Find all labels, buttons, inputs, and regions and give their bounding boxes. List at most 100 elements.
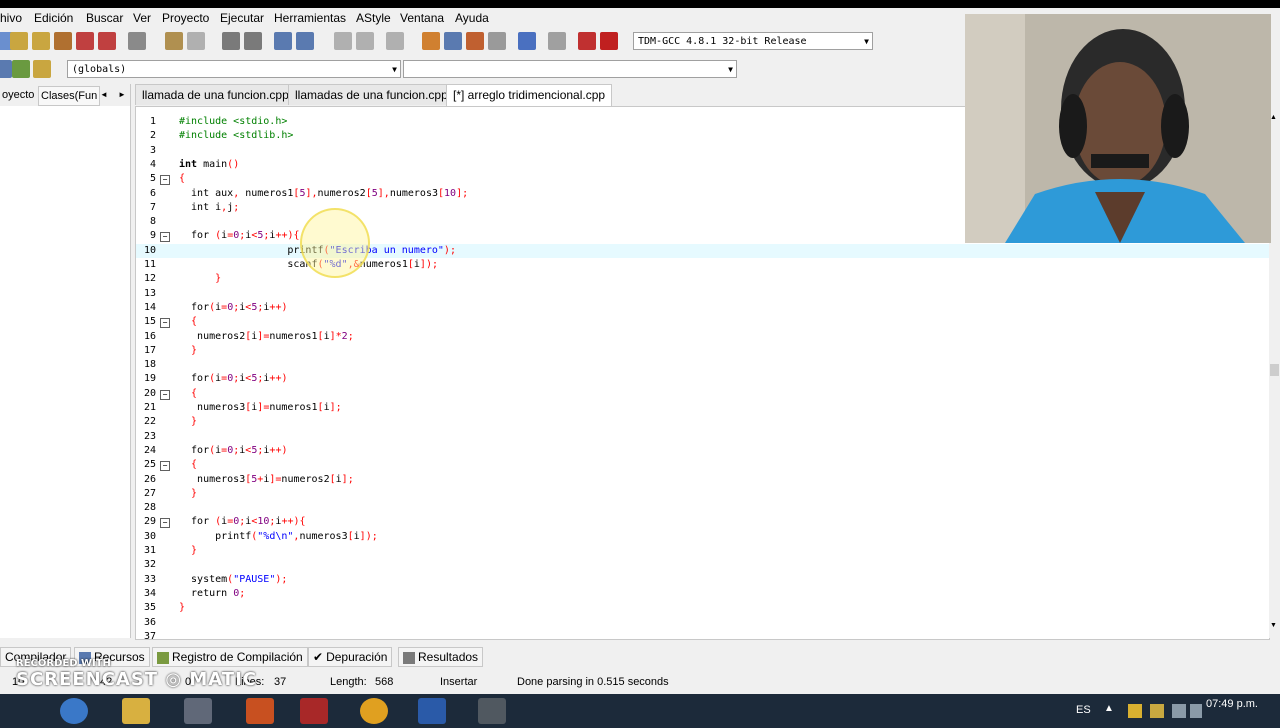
explorer-icon[interactable] [122, 698, 150, 724]
code-line[interactable]: 27 } [136, 487, 1269, 501]
code-line[interactable]: 25− { [136, 458, 1269, 472]
toggle-bookmark-icon[interactable] [386, 32, 404, 50]
code-line[interactable]: 35} [136, 601, 1269, 615]
language-indicator[interactable]: ES [1076, 704, 1091, 716]
save-all-icon[interactable] [54, 32, 72, 50]
code-line[interactable]: 34 return 0; [136, 587, 1269, 601]
find-icon[interactable] [222, 32, 240, 50]
tab-depuracion[interactable]: ✔ Depuración [308, 647, 393, 667]
menu-ejecutar[interactable]: Ejecutar [220, 11, 264, 25]
indent-icon[interactable] [274, 32, 292, 50]
code-line[interactable]: 12 } [136, 272, 1269, 286]
menu-herramientas[interactable]: Herramientas [274, 11, 346, 25]
menu-ventana[interactable]: Ventana [400, 11, 444, 25]
code-line[interactable]: 28 [136, 501, 1269, 515]
code-line[interactable]: 13 [136, 287, 1269, 301]
chart-icon[interactable] [578, 32, 596, 50]
menu-ver[interactable]: Ver [133, 11, 151, 25]
code-line[interactable]: 22 } [136, 415, 1269, 429]
code-line[interactable]: 33 system("PAUSE"); [136, 573, 1269, 587]
devcpp-icon[interactable] [418, 698, 446, 724]
window-icon[interactable] [444, 32, 462, 50]
tiles-icon[interactable] [488, 32, 506, 50]
print-icon[interactable] [128, 32, 146, 50]
insert-icon[interactable] [33, 60, 51, 78]
close-all-icon[interactable] [98, 32, 116, 50]
media-icon[interactable] [184, 698, 212, 724]
menu-ayuda[interactable]: Ayuda [455, 11, 489, 25]
code-line[interactable]: 26 numeros3[5+i]=numeros2[i]; [136, 473, 1269, 487]
check-syntax-icon[interactable] [518, 32, 536, 50]
code-line[interactable]: 31 } [136, 544, 1269, 558]
bookmark-back-icon[interactable] [334, 32, 352, 50]
undo-icon[interactable] [165, 32, 183, 50]
fold-toggle-icon[interactable]: − [160, 175, 170, 186]
redo-icon[interactable] [187, 32, 205, 50]
screenshot-icon[interactable] [478, 698, 506, 724]
code-line[interactable]: 32 [136, 558, 1269, 572]
tab-file-active[interactable]: [*] arreglo tridimencional.cpp [446, 84, 613, 106]
tab-proyecto[interactable]: oyecto [0, 86, 36, 104]
volume-icon[interactable] [1190, 704, 1202, 718]
code-line[interactable]: 17 } [136, 344, 1269, 358]
tab-file-2[interactable]: llamadas de una funcion.cpp [288, 84, 455, 105]
fold-toggle-icon[interactable]: − [160, 518, 170, 529]
code-line[interactable]: 16 numeros2[i]=numeros1[i]*2; [136, 330, 1269, 344]
code-line[interactable]: 37 [136, 630, 1269, 639]
menu-proyecto[interactable]: Proyecto [162, 11, 209, 25]
code-line[interactable]: 21 numeros3[i]=numeros1[i]; [136, 401, 1269, 415]
code-line[interactable]: 24 for(i=0;i<5;i++) [136, 444, 1269, 458]
fold-toggle-icon[interactable]: − [160, 232, 170, 243]
profile-icon[interactable] [600, 32, 618, 50]
chrome-icon[interactable] [360, 698, 388, 724]
tray-icon-1[interactable] [1128, 704, 1142, 718]
code-line[interactable]: 15− { [136, 315, 1269, 329]
layout-icon[interactable] [466, 32, 484, 50]
code-line[interactable]: 30 printf("%d\n",numeros3[i]); [136, 530, 1269, 544]
tray-icon-2[interactable] [1150, 704, 1164, 718]
fold-toggle-icon[interactable]: − [160, 318, 170, 329]
unindent-icon[interactable] [296, 32, 314, 50]
tab-file-1[interactable]: llamada de una funcion.cpp [135, 84, 296, 105]
menu-archivo[interactable]: hivo [0, 11, 22, 25]
tab-resultados[interactable]: Resultados [398, 647, 484, 667]
member-select[interactable]: ▼ [403, 60, 737, 78]
code-text: #include <stdlib.h> [179, 130, 294, 142]
tab-scroll-right-icon[interactable]: ► [116, 86, 128, 104]
scroll-down-icon[interactable]: ▼ [1270, 622, 1277, 629]
tab-scroll-left-icon[interactable]: ◄ [98, 86, 110, 104]
app-icon[interactable] [246, 698, 274, 724]
access-icon[interactable] [300, 698, 328, 724]
grid-icon[interactable] [422, 32, 440, 50]
code-line[interactable]: 14 for(i=0;i<5;i++) [136, 301, 1269, 315]
stop-icon[interactable] [548, 32, 566, 50]
code-line[interactable]: 18 [136, 358, 1269, 372]
fold-toggle-icon[interactable]: − [160, 461, 170, 472]
code-text: #include <stdio.h> [179, 116, 288, 127]
close-file-icon[interactable] [76, 32, 94, 50]
replace-icon[interactable] [244, 32, 262, 50]
scope-select[interactable]: (globals) ▼ [67, 60, 401, 78]
code-line[interactable]: 20− { [136, 387, 1269, 401]
bookmark-forward-icon[interactable] [356, 32, 374, 50]
clock-time[interactable]: 07:49 p.m. [1206, 698, 1258, 710]
open-file-icon[interactable] [10, 32, 28, 50]
start-button-icon[interactable] [60, 698, 88, 724]
tab-clases[interactable]: Clases(Fun [38, 86, 101, 106]
goto-icon[interactable] [12, 60, 30, 78]
code-line[interactable]: 19 for(i=0;i<5;i++) [136, 372, 1269, 386]
compiler-select[interactable]: TDM-GCC 4.8.1 32-bit Release ▼ [633, 32, 873, 50]
code-line[interactable]: 23 [136, 430, 1269, 444]
menu-astyle[interactable]: AStyle [356, 11, 391, 25]
save-icon[interactable] [32, 32, 50, 50]
scroll-up-icon[interactable]: ▲ [1270, 114, 1277, 121]
scroll-thumb[interactable] [1270, 364, 1279, 376]
menu-edicion[interactable]: Edición [34, 11, 73, 25]
network-icon[interactable] [1172, 704, 1186, 718]
class-browser-icon[interactable] [0, 60, 12, 78]
fold-toggle-icon[interactable]: − [160, 389, 170, 400]
code-line[interactable]: 29− for (i=0;i<10;i++){ [136, 515, 1269, 529]
menu-buscar[interactable]: Buscar [86, 11, 123, 25]
code-line[interactable]: 36 [136, 616, 1269, 630]
tray-arrow-icon[interactable]: ▲ [1104, 703, 1114, 714]
